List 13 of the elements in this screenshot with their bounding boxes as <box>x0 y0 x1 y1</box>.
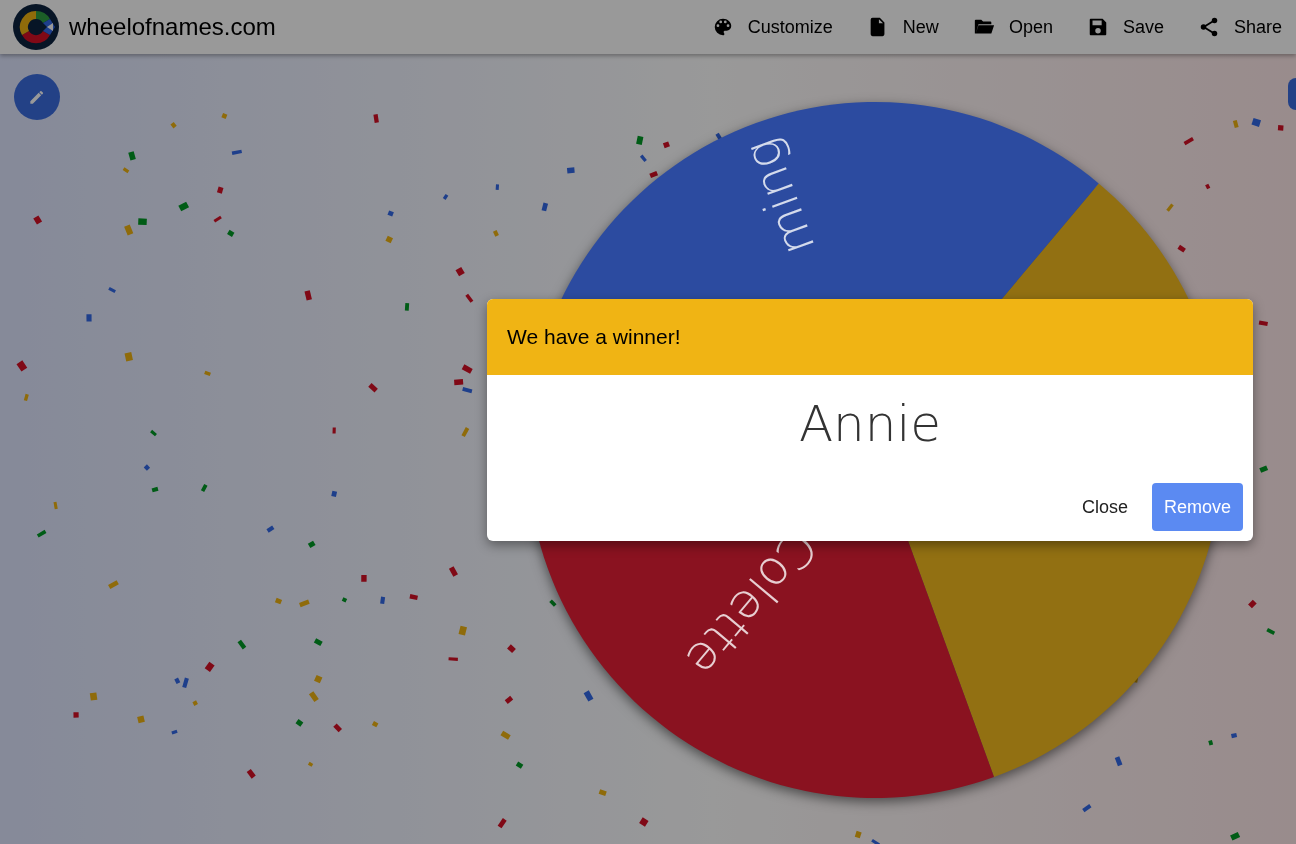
site-title[interactable]: wheelofnames.com <box>69 13 276 41</box>
menu-button[interactable]: Save <box>1072 10 1178 44</box>
side-button[interactable] <box>1288 78 1296 110</box>
dialog-title: We have a winner! <box>507 325 681 349</box>
menu-button[interactable]: Open <box>958 10 1067 44</box>
menu-button[interactable]: Share <box>1183 10 1296 44</box>
wheel-logo-icon <box>13 4 59 50</box>
close-button[interactable]: Close <box>1069 483 1140 531</box>
menu-button[interactable]: Customize <box>697 10 847 44</box>
edit-button[interactable] <box>14 74 60 120</box>
winner-name: Annie <box>797 394 943 455</box>
slice-label: ming <box>732 131 826 263</box>
menu-button[interactable]: New <box>852 10 953 44</box>
